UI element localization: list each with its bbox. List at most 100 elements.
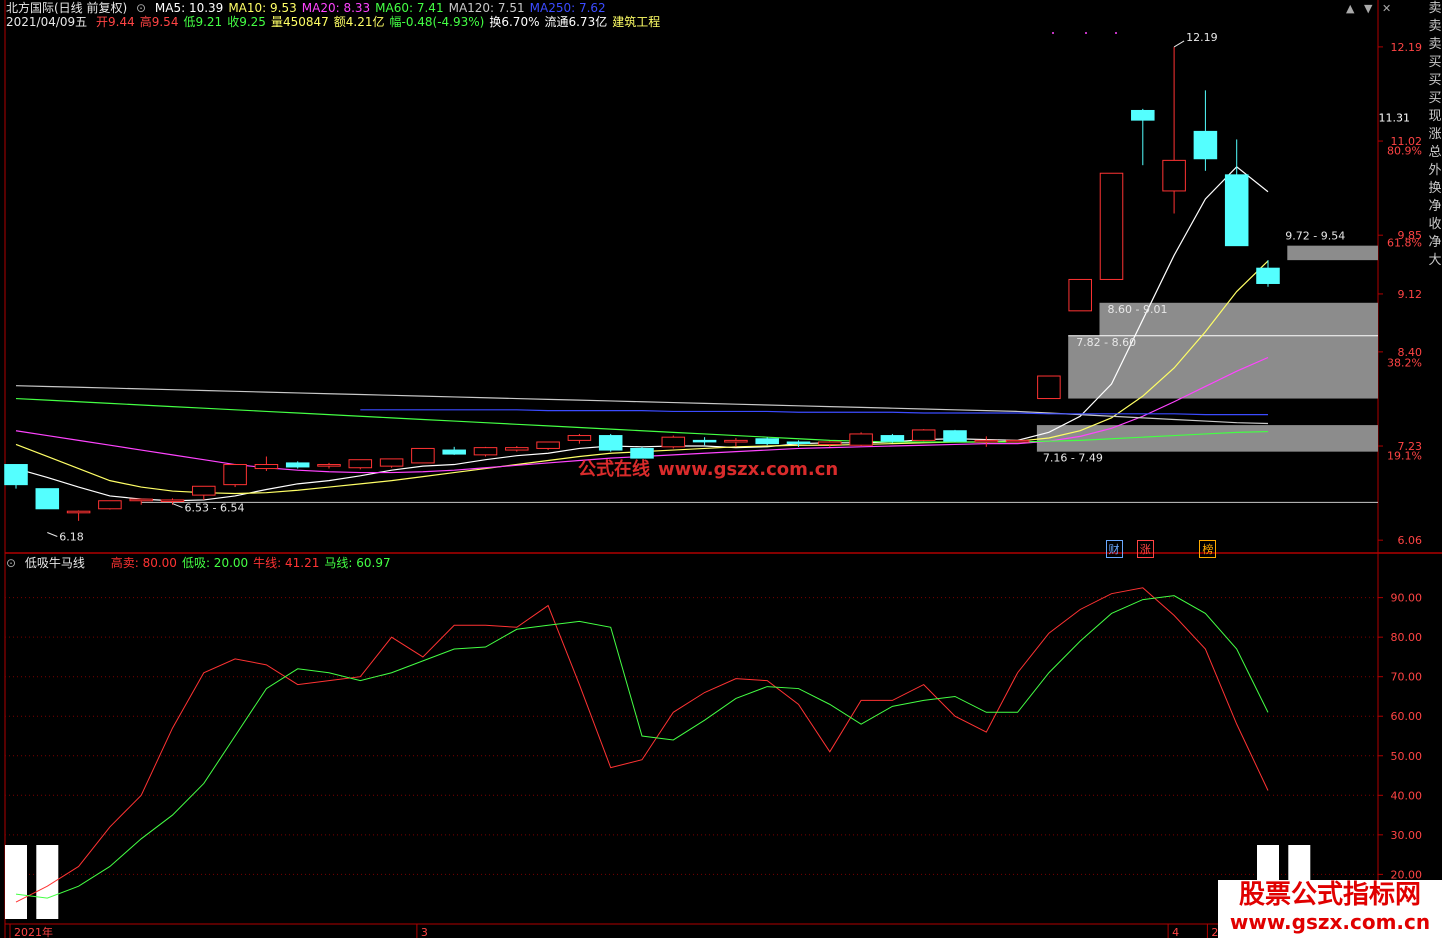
info-label-6: 幅-0.48(-4.93%): [389, 15, 485, 29]
candle-body-34: [1068, 278, 1092, 312]
annotation-label-0: 12.19: [1186, 31, 1218, 44]
indicator-name[interactable]: 低吸牛马线: [25, 556, 85, 570]
ma-line-ma250: [360, 409, 1268, 416]
price-tick-label-0: 12.19: [1391, 41, 1423, 54]
sidebar-tab-4[interactable]: 买: [1428, 72, 1442, 90]
candle-body-33: [1037, 375, 1061, 400]
candle-body-32: [1005, 439, 1030, 443]
candle-35: [1099, 172, 1124, 280]
stock-title[interactable]: 北方国际(日线 前复权): [6, 1, 127, 15]
down-arrow-icon[interactable]: ▼: [1364, 2, 1372, 15]
indicator-line-0: [15, 587, 1269, 903]
indicator-tick-label-1: 80.00: [1391, 631, 1423, 644]
sidebar-tab-12[interactable]: 收: [1428, 216, 1442, 234]
candle-body-35: [1099, 172, 1124, 280]
sidebar-tab-2[interactable]: 卖: [1428, 36, 1442, 54]
candle-body-38: [1193, 130, 1218, 160]
annotation-pointer-1: [172, 503, 183, 509]
info-legend: 开9.44 高9.54 低9.21 收9.25 量450847 额4.21亿 幅-0.48(…: [96, 15, 665, 29]
candle-27: [849, 432, 873, 447]
indicator-legend: 高卖: 80.00 低吸: 20.00 牛线: 41.21 马线: 60.97: [111, 556, 396, 570]
indicator-tick-label-0: 90.00: [1391, 592, 1423, 605]
sidebar-tab-5[interactable]: 买: [1428, 90, 1442, 108]
candle-body-9: [285, 462, 310, 468]
sidebar-tab-1[interactable]: 卖: [1428, 18, 1442, 36]
candle-body-11: [348, 459, 373, 469]
sidebar-tab-14[interactable]: 大: [1428, 252, 1442, 270]
price-tick-label-6: 6.06: [1398, 534, 1423, 547]
candle-body-23: [724, 439, 748, 443]
candle-body-15: [473, 447, 498, 456]
x-label-0: 2021年: [14, 925, 53, 938]
candle-21: [661, 435, 686, 449]
candle-body-17: [536, 441, 560, 449]
x-label-1: 3: [421, 926, 428, 938]
candle-17: [536, 441, 560, 451]
sidebar-tab-10[interactable]: 换: [1428, 180, 1442, 198]
info-label-3: 收9.25: [227, 15, 266, 29]
candle-23: [724, 437, 748, 447]
candle-29: [911, 429, 936, 442]
support-zone-0: [1036, 425, 1378, 452]
indicator-dropdown-icon[interactable]: ⊙: [6, 556, 16, 570]
dropdown-icon[interactable]: ⊙: [136, 1, 146, 15]
indicator-line-1: [15, 595, 1269, 899]
candle-39: [1224, 139, 1249, 247]
info-date: 2021/04/09五: [6, 15, 88, 29]
annotation-label-2: 6.18: [59, 531, 84, 544]
sidebar-tab-0[interactable]: 卖: [1428, 0, 1442, 18]
support-zone-3: [1287, 245, 1378, 261]
sidebar-tab-9[interactable]: 外: [1428, 162, 1442, 180]
sidebar-tab-11[interactable]: 净: [1428, 198, 1442, 216]
right-sidebar-tabs[interactable]: 卖卖卖买买买现涨总外换净收净大: [1428, 0, 1442, 270]
indicator-tick-label-5: 40.00: [1391, 789, 1423, 802]
candle-32: [1005, 439, 1030, 443]
close-icon[interactable]: ✕: [1382, 2, 1391, 15]
candle-body-4: [129, 498, 153, 502]
info-label-7: 换6.70%: [489, 15, 540, 29]
sidebar-tab-6[interactable]: 现: [1428, 108, 1442, 126]
info-label-9: 建筑工程: [612, 15, 661, 29]
price-current-label: 11.31: [1379, 112, 1411, 125]
sidebar-tab-8[interactable]: 总: [1428, 144, 1442, 162]
indicator-tick-label-6: 30.00: [1391, 829, 1423, 842]
candle-body-19: [598, 435, 623, 451]
candle-1: [35, 488, 60, 510]
candle-10: [317, 462, 341, 469]
candle-body-3: [98, 500, 122, 510]
candle-body-10: [317, 464, 341, 467]
candle-12: [379, 458, 404, 468]
zone-label-3: 9.72 - 9.54: [1285, 230, 1345, 243]
candle-body-30: [943, 430, 967, 442]
candle-6: [192, 485, 216, 500]
indicator-label-3: 马线: 60.97: [324, 556, 391, 570]
indicator-label-0: 高卖: 80.00: [110, 556, 177, 570]
event-tag-2[interactable]: 榜: [1199, 540, 1217, 558]
candle-18: [567, 433, 592, 444]
marker-dot-1: [1085, 32, 1087, 34]
pct-tick-label-2: 38.2%: [1387, 356, 1422, 369]
sidebar-tab-13[interactable]: 净: [1428, 234, 1442, 252]
x-label-2: 4: [1172, 926, 1179, 938]
watermark-center-text: 公式在线: [578, 459, 650, 480]
candle-26: [818, 441, 842, 447]
zone-label-0: 7.16 - 7.49: [1043, 452, 1103, 465]
pct-tick-label-1: 61.8%: [1387, 236, 1422, 249]
candle-body-27: [849, 433, 873, 446]
watermark-corner: 股票公式指标网 www.gszx.com.cn: [1218, 880, 1442, 938]
candle-body-40: [1256, 267, 1280, 284]
candle-body-1: [35, 488, 60, 510]
indicator-tick-label-3: 60.00: [1391, 710, 1423, 723]
info-label-2: 低9.21: [183, 15, 223, 29]
price-tick-label-3: 9.12: [1398, 288, 1423, 301]
sidebar-tab-7[interactable]: 涨: [1428, 126, 1442, 144]
sidebar-tab-3[interactable]: 买: [1428, 54, 1442, 72]
event-tag-1[interactable]: 涨: [1136, 540, 1154, 558]
up-arrow-icon[interactable]: ▲: [1346, 2, 1354, 15]
candle-body-36: [1131, 109, 1155, 121]
event-tag-0[interactable]: 财: [1105, 540, 1123, 558]
candle-body-18: [567, 435, 592, 441]
candle-body-0: [4, 464, 28, 486]
candle-33: [1037, 375, 1061, 400]
candle-40: [1256, 260, 1280, 287]
